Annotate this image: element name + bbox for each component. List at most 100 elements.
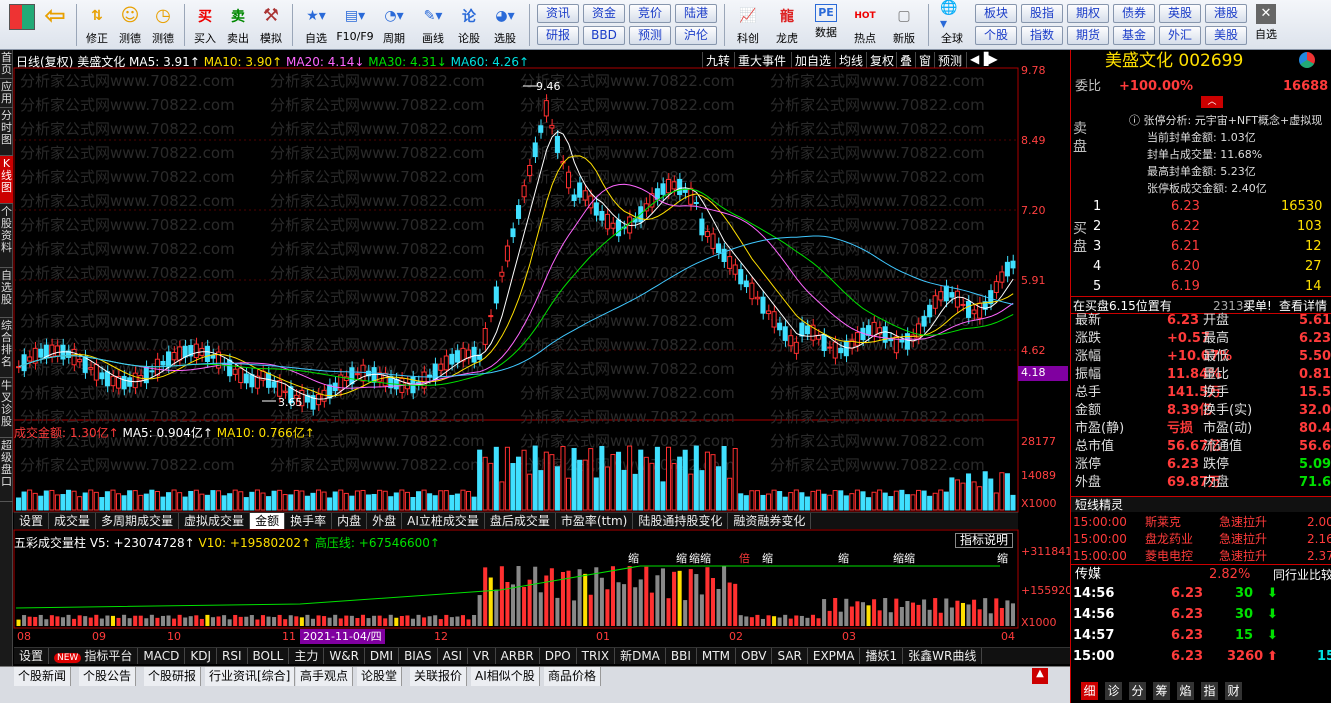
forecast-chart-button[interactable]: 预测: [934, 52, 965, 68]
global-button[interactable]: 🌐▾ 全球: [933, 0, 971, 48]
tech-button[interactable]: 📈 科创: [729, 2, 767, 48]
indtab-kdj[interactable]: KDJ: [185, 648, 217, 664]
indtab-bias[interactable]: BIAS: [399, 648, 438, 664]
indtab-dma[interactable]: 新DMA: [615, 648, 666, 664]
subtab-amount[interactable]: 金额: [250, 513, 286, 529]
sector-button[interactable]: 板块: [975, 4, 1017, 23]
subtab-outer[interactable]: 外盘: [367, 513, 403, 529]
tab-stock-forum[interactable]: 论股堂: [357, 667, 403, 686]
futures-button[interactable]: 期货: [1067, 26, 1109, 45]
panel-tab-timeshare[interactable]: 分: [1129, 682, 1147, 700]
nav-watchlist[interactable]: 自选股: [0, 268, 13, 318]
panel-tab-index[interactable]: 指: [1201, 682, 1219, 700]
nav-profile[interactable]: 个股资料: [0, 204, 13, 268]
us-stocks-button[interactable]: 美股: [1205, 26, 1247, 45]
panel-tab-flame[interactable]: 焰: [1177, 682, 1195, 700]
tab-ai-similar[interactable]: AI相似个股: [471, 667, 540, 686]
self-select-2-button[interactable]: ✕ 自选: [1250, 2, 1282, 48]
major-events-button[interactable]: 重大事件: [734, 52, 789, 68]
tab-stock-announce[interactable]: 个股公告: [79, 667, 137, 686]
research-button[interactable]: 研报: [537, 26, 579, 45]
options-button[interactable]: 期权: [1067, 4, 1109, 23]
simulate-button[interactable]: ⚒ 模拟: [255, 2, 287, 48]
subtab-inner[interactable]: 内盘: [332, 513, 368, 529]
index-button[interactable]: 指数: [1021, 26, 1063, 45]
tab-related-quotes[interactable]: 关联报价: [410, 667, 468, 686]
bid-button[interactable]: 竞价: [629, 4, 671, 23]
indtab-trix[interactable]: TRIX: [577, 648, 616, 664]
subtab-volume[interactable]: 成交量: [49, 513, 97, 529]
overlay-button[interactable]: 叠: [896, 52, 915, 68]
self-select-button[interactable]: ★▾ 自选: [297, 2, 335, 48]
indtab-obv[interactable]: OBV: [736, 648, 773, 664]
new-board-button[interactable]: ▢ 新版: [885, 2, 923, 48]
nav-diagnosis[interactable]: 牛叉诊股: [0, 378, 13, 438]
data-button[interactable]: PE 数据: [807, 2, 845, 48]
collapse-icon[interactable]: ◀▐▶: [966, 52, 1001, 68]
indtab-macd[interactable]: MACD: [138, 648, 186, 664]
nav-ranking[interactable]: 综合排名: [0, 318, 13, 378]
bbd-button[interactable]: BBD: [583, 26, 625, 45]
pie-icon[interactable]: [1299, 52, 1315, 68]
indtab-mtm[interactable]: MTM: [697, 648, 736, 664]
subtab-northbound[interactable]: 陆股通持股变化: [633, 513, 729, 529]
ma-button[interactable]: 均线: [835, 52, 866, 68]
subtab-virtual-volume[interactable]: 虚拟成交量: [179, 513, 251, 529]
f10-button[interactable]: ▤▾ F10/F9: [336, 2, 374, 48]
nav-super-panel[interactable]: 超级盘口: [0, 438, 13, 502]
indtab-bbi[interactable]: BBI: [666, 648, 697, 664]
tab-industry-news[interactable]: 行业资讯[综合]: [205, 667, 296, 686]
window-layout-button[interactable]: [6, 2, 38, 48]
panel-tab-diagnose[interactable]: 诊: [1105, 682, 1123, 700]
indtab-vr[interactable]: VR: [468, 648, 496, 664]
funds-button[interactable]: 基金: [1113, 26, 1155, 45]
adjust-button[interactable]: 复权: [866, 52, 897, 68]
collapse-up-icon[interactable]: ▲: [1032, 668, 1048, 684]
panel-tab-finance[interactable]: 财: [1225, 682, 1243, 700]
indtab-boyao[interactable]: 播妖1: [860, 648, 904, 664]
short-stock[interactable]: 菱电电控: [1145, 547, 1193, 565]
fix-button[interactable]: ⇅ 修正: [81, 2, 113, 48]
indtab-rsi[interactable]: RSI: [217, 648, 248, 664]
forex-button[interactable]: 外汇: [1159, 26, 1201, 45]
nav-kline[interactable]: K线图: [0, 156, 13, 204]
stocks-button[interactable]: 个股: [975, 26, 1017, 45]
dragon-button[interactable]: 龍龙虎: [768, 2, 806, 48]
indtab-settings[interactable]: 设置: [14, 648, 50, 664]
period-button[interactable]: ◔▾ 周期: [375, 2, 413, 48]
add-watch-button[interactable]: 加自选: [791, 52, 834, 68]
forecast-button[interactable]: 预测: [629, 26, 671, 45]
measure-button[interactable]: ☺ 测德: [114, 2, 146, 48]
back-button[interactable]: ⇦: [39, 1, 71, 48]
subtab-settings[interactable]: 设置: [14, 513, 50, 529]
hk-stocks-button[interactable]: 港股: [1205, 4, 1247, 23]
panel-tab-detail[interactable]: 细: [1081, 682, 1099, 700]
window-button[interactable]: 窗: [915, 52, 934, 68]
shanghai-london-button[interactable]: 沪伦: [675, 26, 717, 45]
indtab-wr-curve[interactable]: 张鑫WR曲线: [903, 648, 983, 664]
indtab-main-force[interactable]: 主力: [289, 648, 325, 664]
hot-button[interactable]: HOT 热点: [846, 2, 884, 48]
subtab-ai-volume[interactable]: AI立桩成交量: [402, 513, 485, 529]
indtab-boll[interactable]: BOLL: [248, 648, 290, 664]
indtab-arbr[interactable]: ARBR: [496, 648, 540, 664]
buy-button[interactable]: 买买入: [189, 2, 221, 48]
indtab-expma[interactable]: EXPMA: [808, 648, 861, 664]
hk-connect-button[interactable]: 陆港: [675, 4, 717, 23]
sell-button[interactable]: 卖卖出: [222, 2, 254, 48]
subtab-turnover[interactable]: 换手率: [285, 513, 333, 529]
indtab-wr[interactable]: W&R: [324, 648, 365, 664]
draw-button[interactable]: ✎▾ 画线: [414, 2, 452, 48]
fund-button[interactable]: 资金: [583, 4, 625, 23]
nine-turn-button[interactable]: 九转: [702, 52, 733, 68]
uk-stocks-button[interactable]: 英股: [1159, 4, 1201, 23]
indtab-asi[interactable]: ASI: [438, 648, 469, 664]
short-stock[interactable]: 斯莱克: [1145, 513, 1181, 531]
indicator-help-button[interactable]: 指标说明: [955, 533, 1014, 548]
nav-apps[interactable]: 应用: [0, 79, 13, 108]
tab-stock-news[interactable]: 个股新闻: [14, 667, 72, 686]
select-stock-button[interactable]: ◕▾ 选股: [486, 2, 524, 48]
subtab-margin[interactable]: 融资融券变化: [728, 513, 812, 529]
talk-button[interactable]: 论论股: [453, 2, 485, 48]
indtab-platform[interactable]: NEW 指标平台: [49, 648, 139, 664]
